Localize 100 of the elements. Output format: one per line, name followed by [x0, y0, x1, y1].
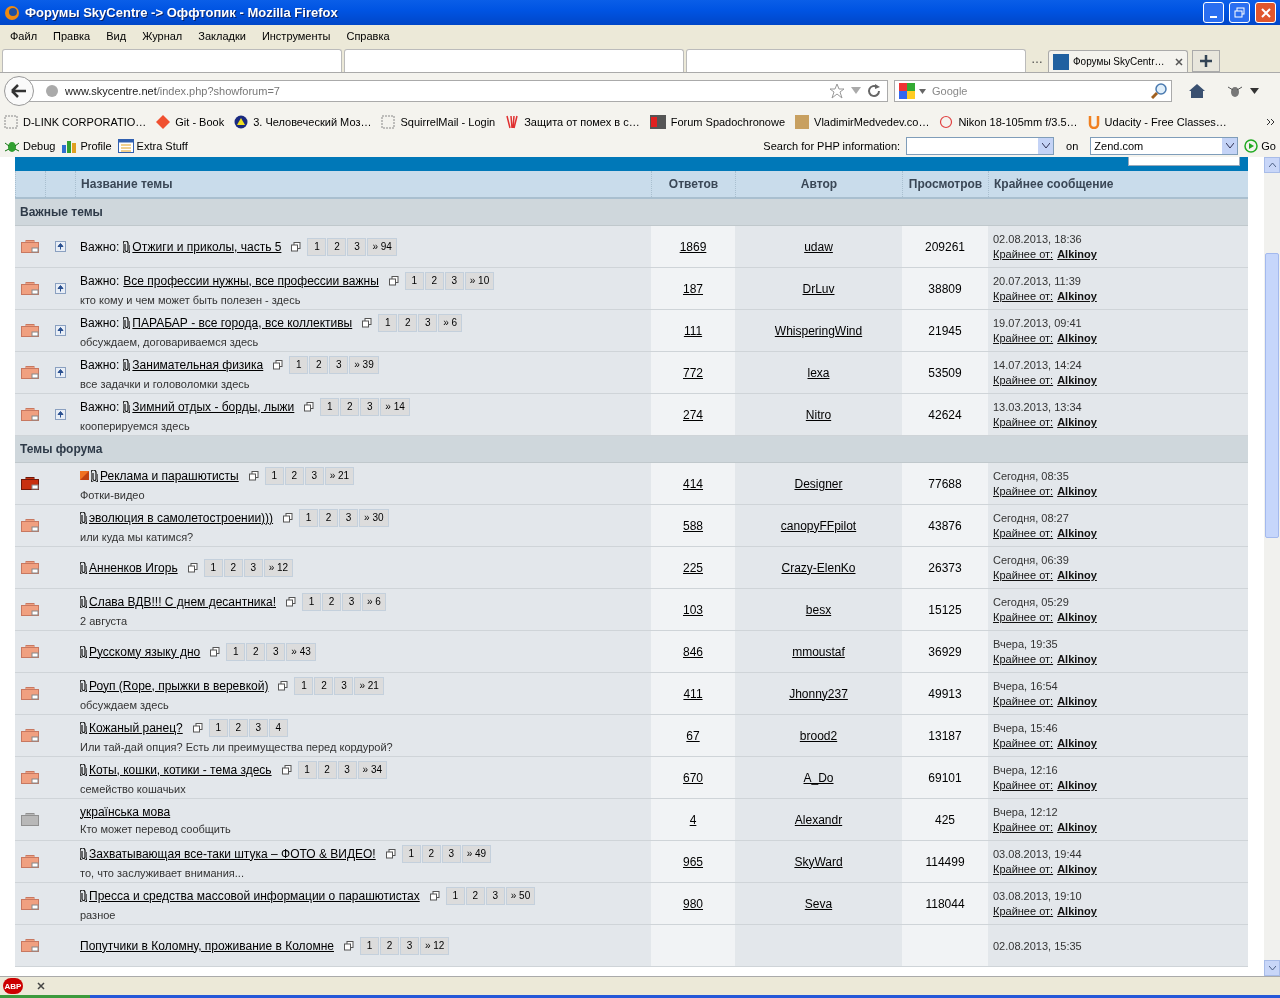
minimize-button[interactable]	[1203, 2, 1224, 23]
page-link[interactable]: 2	[340, 397, 360, 416]
bookmark[interactable]: VladimirMedvedev.co…	[795, 114, 930, 129]
last-poster-link[interactable]: Alkinoy	[1057, 485, 1097, 497]
page-link[interactable]: » 50	[505, 886, 536, 905]
page-link[interactable]: 1	[264, 466, 284, 485]
replies-link[interactable]: 846	[683, 644, 703, 659]
page-link[interactable]: 1	[294, 676, 314, 695]
last-post-link[interactable]: Крайнее от:	[993, 611, 1054, 623]
topic-link[interactable]: Занимательная физика	[132, 357, 264, 372]
close-icon[interactable]	[37, 982, 45, 990]
replies-link[interactable]: 670	[683, 770, 703, 785]
author-link[interactable]: mmoustaf	[792, 644, 845, 659]
page-link[interactable]: 1	[226, 642, 246, 661]
search-icon[interactable]	[1151, 83, 1167, 99]
page-link[interactable]: » 12	[419, 936, 450, 955]
last-poster-link[interactable]: Alkinoy	[1057, 737, 1097, 749]
page-link[interactable]: 2	[223, 558, 243, 577]
last-post-link[interactable]: Крайнее от:	[993, 821, 1054, 833]
bookmark[interactable]: Udacity - Free Classes…	[1087, 114, 1227, 129]
page-link[interactable]: 1	[401, 844, 421, 863]
page-link[interactable]: 3	[418, 313, 438, 332]
topic-link[interactable]: Слава ВДВ!!! С днем десантника!	[89, 594, 276, 609]
bookmark[interactable]: 3. Человеческий Моз…	[234, 114, 372, 129]
restore-button[interactable]	[1229, 2, 1250, 23]
last-post-link[interactable]: Крайнее от:	[993, 863, 1054, 875]
topic-link[interactable]: Кожаный ранец?	[89, 720, 183, 735]
page-link[interactable]: 2	[322, 592, 341, 611]
page-link[interactable]: 3	[339, 508, 359, 527]
page-link[interactable]: » 39	[349, 355, 379, 374]
page-link[interactable]: » 10	[464, 271, 495, 290]
query-select[interactable]	[906, 136, 1055, 155]
toolbar-item[interactable]: Debug	[4, 138, 56, 153]
last-poster-link[interactable]: Alkinoy	[1057, 416, 1097, 428]
page-link[interactable]: 2	[317, 760, 337, 779]
topic-link[interactable]: Реклама и парашютисты	[100, 468, 239, 483]
replies-link[interactable]: 4	[689, 812, 697, 827]
page-link[interactable]: 3	[441, 844, 461, 863]
page-link[interactable]: 1	[404, 271, 424, 290]
topic-link[interactable]: Попутчики в Коломну, проживание в Коломне	[80, 938, 334, 953]
last-poster-link[interactable]: Alkinoy	[1057, 695, 1097, 707]
menu-item[interactable]: Закладки	[190, 29, 254, 42]
page-link[interactable]: 3	[243, 558, 263, 577]
page-link[interactable]: 2	[379, 936, 399, 955]
topic-link[interactable]: Захватывающая все-таки штука – ФОТО & ВИДЕО!	[89, 846, 376, 861]
last-post-link[interactable]: Крайнее от:	[993, 332, 1054, 344]
scroll-down-button[interactable]	[1264, 960, 1280, 976]
page-link[interactable]: » 43	[286, 642, 316, 661]
topic-link[interactable]: Отжиги и приколы, часть 5	[132, 239, 282, 254]
column-header[interactable]: Автор	[735, 171, 902, 197]
page-link[interactable]: 2	[246, 642, 266, 661]
last-post-link[interactable]: Крайнее от:	[993, 737, 1054, 749]
page-link[interactable]: » 30	[359, 508, 389, 527]
scroll-thumb[interactable]	[1265, 253, 1279, 538]
replies-link[interactable]: 588	[683, 518, 703, 533]
page-link[interactable]: 1	[445, 886, 465, 905]
last-post-link[interactable]: Крайнее от:	[993, 416, 1054, 428]
last-post-link[interactable]: Крайнее от:	[993, 695, 1054, 707]
column-header[interactable]: Ответов	[651, 171, 735, 197]
last-post-link[interactable]: Крайнее от:	[993, 905, 1054, 917]
topic-link[interactable]: Коты, кошки, котики - тема здесь	[89, 762, 272, 777]
page-link[interactable]: 3	[248, 718, 268, 737]
site-select[interactable]: Zend.com	[1090, 136, 1239, 155]
chevron-icon[interactable]	[1266, 117, 1276, 126]
last-post-link[interactable]: Крайнее от:	[993, 248, 1054, 260]
close-button[interactable]	[1255, 2, 1276, 23]
column-header[interactable]: Просмотров	[902, 171, 988, 197]
page-link[interactable]: 3	[444, 271, 464, 290]
page-link[interactable]: 1	[208, 718, 228, 737]
last-post-link[interactable]: Крайнее от:	[993, 653, 1054, 665]
bookmark[interactable]: D-LINK CORPORATIO…	[4, 114, 147, 129]
topic-link[interactable]: українська мова	[80, 804, 171, 819]
author-link[interactable]: Alexandr	[794, 812, 843, 827]
last-poster-link[interactable]: Alkinoy	[1057, 290, 1097, 302]
column-header[interactable]: Название темы	[75, 171, 651, 197]
last-poster-link[interactable]: Alkinoy	[1057, 611, 1097, 623]
page-link[interactable]: 2	[465, 886, 485, 905]
page-link[interactable]: 3	[304, 466, 324, 485]
last-poster-link[interactable]: Alkinoy	[1057, 332, 1097, 344]
author-link[interactable]: DrLuv	[802, 281, 835, 296]
topic-link[interactable]: Русскому языку дно	[89, 644, 201, 659]
back-button[interactable]	[4, 76, 34, 106]
scroll-up-button[interactable]	[1264, 157, 1280, 173]
last-poster-link[interactable]: Alkinoy	[1057, 374, 1097, 386]
topic-link[interactable]: Зимний отдых - борды, лыжи	[132, 399, 295, 414]
bookmark[interactable]: Forum Spadochronowe	[649, 114, 786, 129]
page-link[interactable]: » 49	[461, 844, 492, 863]
last-poster-link[interactable]: Alkinoy	[1057, 527, 1097, 539]
bookmark[interactable]: Защита от помех в с…	[505, 114, 640, 129]
author-link[interactable]: SkyWard	[794, 854, 843, 869]
menu-item[interactable]: Справка	[338, 29, 398, 42]
menu-item[interactable]: Вид	[98, 29, 135, 42]
last-poster-link[interactable]: Alkinoy	[1057, 905, 1097, 917]
page-link[interactable]: 3	[342, 592, 361, 611]
search-box[interactable]: Google	[894, 80, 1172, 102]
last-poster-link[interactable]: Alkinoy	[1057, 821, 1097, 833]
page-link[interactable]: 3	[337, 760, 357, 779]
page-link[interactable]: 1	[320, 397, 340, 416]
page-link[interactable]: 2	[327, 237, 347, 256]
author-link[interactable]: Jhonny237	[789, 686, 848, 701]
